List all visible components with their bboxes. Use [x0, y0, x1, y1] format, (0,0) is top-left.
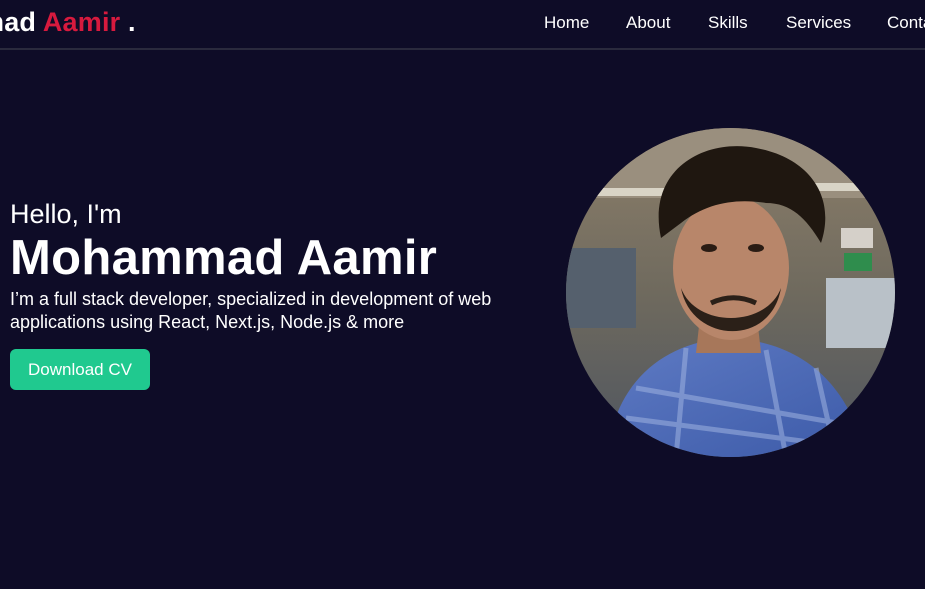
- profile-photo: [566, 128, 895, 457]
- download-cv-button[interactable]: Download CV: [10, 349, 150, 390]
- hero-section: Hello, I'm Mohammad Aamir I’m a full sta…: [10, 198, 530, 334]
- nav-link-about[interactable]: About: [626, 13, 670, 33]
- nav-links: Home About Skills Services Conta: [0, 13, 925, 37]
- hero-greeting: Hello, I'm: [10, 199, 122, 229]
- hero-name: Mohammad Aamir: [10, 231, 438, 285]
- nav-link-skills[interactable]: Skills: [708, 13, 748, 33]
- navbar: mad Aamir . Home About Skills Services C…: [0, 0, 925, 50]
- profile-photo-illustration: [566, 128, 895, 457]
- nav-link-home[interactable]: Home: [544, 13, 589, 33]
- nav-link-services[interactable]: Services: [786, 13, 851, 33]
- hero-bio: I’m a full stack developer, specialized …: [10, 289, 492, 332]
- nav-link-contact[interactable]: Conta: [887, 13, 925, 33]
